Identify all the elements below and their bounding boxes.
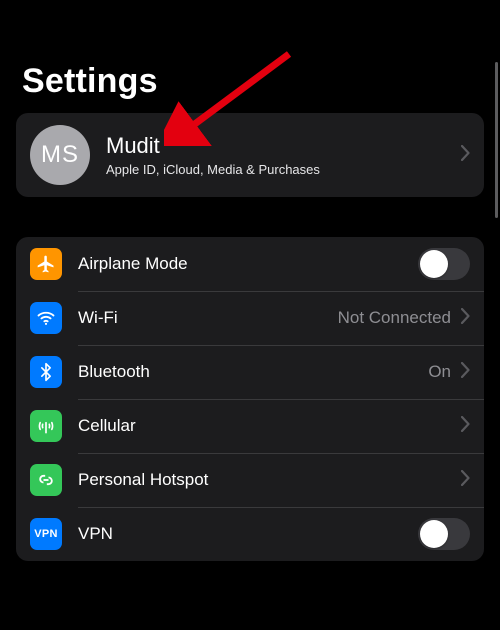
apple-id-card[interactable]: MS Mudit Apple ID, iCloud, Media & Purch…	[16, 113, 484, 197]
bluetooth-icon	[30, 356, 62, 388]
vpn-toggle[interactable]	[418, 518, 470, 550]
wifi-status: Not Connected	[338, 308, 455, 328]
row-label: Personal Hotspot	[62, 470, 455, 490]
hotspot-icon	[30, 464, 62, 496]
chevron-right-icon	[455, 470, 470, 491]
chevron-right-icon	[455, 362, 470, 383]
settings-group: Airplane Mode Wi-Fi Not Connected Blueto…	[16, 237, 484, 561]
chevron-right-icon	[455, 416, 470, 437]
row-label: VPN	[62, 524, 418, 544]
avatar: MS	[30, 125, 90, 185]
row-bluetooth[interactable]: Bluetooth On	[16, 345, 484, 399]
row-cellular[interactable]: Cellular	[16, 399, 484, 453]
airplane-icon	[30, 248, 62, 280]
row-personal-hotspot[interactable]: Personal Hotspot	[16, 453, 484, 507]
scroll-indicator	[495, 62, 498, 218]
row-label: Bluetooth	[62, 362, 428, 382]
row-airplane-mode[interactable]: Airplane Mode	[16, 237, 484, 291]
row-label: Cellular	[62, 416, 455, 436]
wifi-icon	[30, 302, 62, 334]
bluetooth-status: On	[428, 362, 455, 382]
chevron-right-icon	[455, 308, 470, 329]
airplane-toggle[interactable]	[418, 248, 470, 280]
row-label: Airplane Mode	[62, 254, 418, 274]
profile-name: Mudit	[106, 133, 455, 159]
row-vpn[interactable]: VPN VPN	[16, 507, 484, 561]
row-wifi[interactable]: Wi-Fi Not Connected	[16, 291, 484, 345]
profile-subtitle: Apple ID, iCloud, Media & Purchases	[106, 162, 455, 177]
vpn-icon: VPN	[30, 518, 62, 550]
row-label: Wi-Fi	[62, 308, 338, 328]
page-title: Settings	[0, 0, 500, 113]
cellular-icon	[30, 410, 62, 442]
chevron-right-icon	[455, 145, 470, 166]
